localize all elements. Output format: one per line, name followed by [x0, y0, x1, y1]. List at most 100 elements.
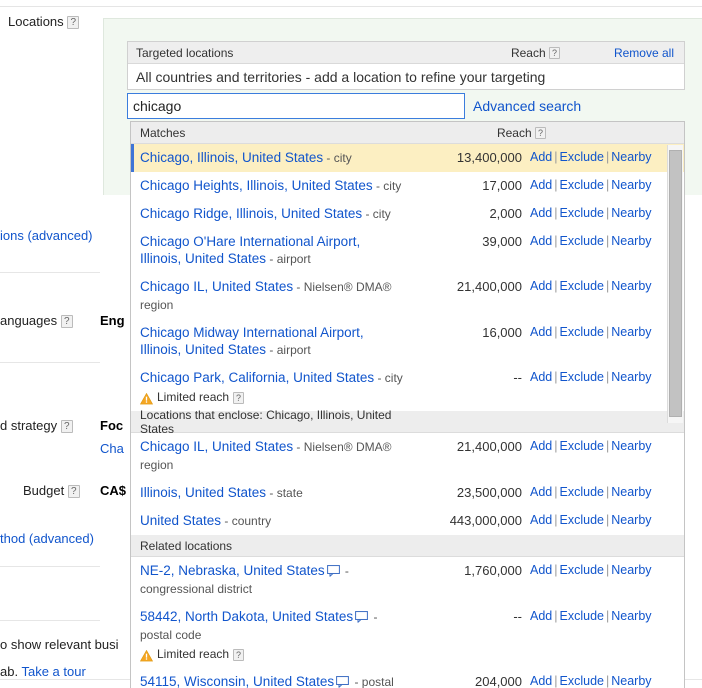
- action-nearby-link[interactable]: Nearby: [611, 234, 651, 248]
- location-reach-value: 21,400,000: [410, 278, 530, 295]
- action-exclude-link[interactable]: Exclude: [560, 609, 604, 623]
- action-nearby-link[interactable]: Nearby: [611, 674, 651, 688]
- reach-help-icon[interactable]: ?: [535, 127, 546, 139]
- section-divider-3: [0, 566, 100, 567]
- action-add-link[interactable]: Add: [530, 234, 552, 248]
- location-name-link[interactable]: Chicago Park, California, United States: [140, 370, 374, 385]
- action-nearby-link[interactable]: Nearby: [611, 370, 651, 384]
- location-name-link[interactable]: Chicago Midway International Airport, Il…: [140, 325, 364, 357]
- action-nearby-link[interactable]: Nearby: [611, 325, 651, 339]
- bg-link-change[interactable]: Cha: [100, 441, 124, 456]
- location-row-actions: Add|Exclude|Nearby: [530, 512, 684, 529]
- action-exclude-link[interactable]: Exclude: [560, 279, 604, 293]
- location-result-row[interactable]: Illinois, United States - state23,500,00…: [131, 479, 684, 507]
- action-add-link[interactable]: Add: [530, 485, 552, 499]
- location-name-cell: Chicago, Illinois, United States - city: [140, 149, 410, 167]
- reach-help-icon[interactable]: ?: [549, 47, 560, 59]
- action-exclude-link[interactable]: Exclude: [560, 150, 604, 164]
- location-name-link[interactable]: NE-2, Nebraska, United States: [140, 563, 325, 578]
- budget-help-icon[interactable]: ?: [68, 485, 80, 498]
- action-add-link[interactable]: Add: [530, 279, 552, 293]
- location-result-row[interactable]: United States - country443,000,000Add|Ex…: [131, 507, 684, 535]
- location-name-cell: 54115, Wisconsin, United States - postal…: [140, 673, 410, 688]
- action-separator: |: [552, 150, 559, 164]
- action-exclude-link[interactable]: Exclude: [560, 563, 604, 577]
- location-type-label: - city: [373, 179, 402, 193]
- take-a-tour-link[interactable]: Take a tour: [21, 664, 85, 679]
- action-separator: |: [552, 674, 559, 688]
- bid-strategy-help-icon[interactable]: ?: [61, 420, 73, 433]
- action-add-link[interactable]: Add: [530, 674, 552, 688]
- action-add-link[interactable]: Add: [530, 609, 552, 623]
- bg-value-bid-strategy: Foc: [100, 418, 123, 433]
- bg-link-delivery-method[interactable]: thod (advanced): [0, 531, 94, 546]
- location-name-link[interactable]: 54115, Wisconsin, United States: [140, 674, 334, 688]
- action-add-link[interactable]: Add: [530, 563, 552, 577]
- limited-reach-help-icon[interactable]: ?: [233, 649, 244, 661]
- location-result-row[interactable]: Chicago Midway International Airport, Il…: [131, 319, 684, 364]
- action-nearby-link[interactable]: Nearby: [611, 439, 651, 453]
- targeted-locations-header: Targeted locations Reach ? Remove all: [128, 42, 684, 64]
- action-exclude-link[interactable]: Exclude: [560, 370, 604, 384]
- action-add-link[interactable]: Add: [530, 439, 552, 453]
- location-result-row[interactable]: Chicago IL, United States - Nielsen® DMA…: [131, 273, 684, 319]
- action-exclude-link[interactable]: Exclude: [560, 485, 604, 499]
- action-exclude-link[interactable]: Exclude: [560, 234, 604, 248]
- results-section-header-related: Related locations: [131, 535, 684, 557]
- location-result-row[interactable]: 58442, North Dakota, United States - pos…: [131, 603, 684, 668]
- location-name-link[interactable]: Chicago, Illinois, United States: [140, 150, 323, 165]
- warning-icon: [140, 393, 153, 405]
- remove-all-link[interactable]: Remove all: [564, 46, 684, 60]
- section-header-label: Related locations: [131, 539, 406, 553]
- action-nearby-link[interactable]: Nearby: [611, 513, 651, 527]
- action-add-link[interactable]: Add: [530, 206, 552, 220]
- location-result-row[interactable]: Chicago Heights, Illinois, United States…: [131, 172, 684, 200]
- location-name-link[interactable]: Chicago Heights, Illinois, United States: [140, 178, 373, 193]
- results-scrollbar-thumb[interactable]: [669, 150, 682, 417]
- location-name-link[interactable]: United States: [140, 513, 221, 528]
- action-exclude-link[interactable]: Exclude: [560, 206, 604, 220]
- languages-help-icon[interactable]: ?: [61, 315, 73, 328]
- action-add-link[interactable]: Add: [530, 178, 552, 192]
- action-exclude-link[interactable]: Exclude: [560, 674, 604, 688]
- action-nearby-link[interactable]: Nearby: [611, 485, 651, 499]
- location-name-link[interactable]: Illinois, United States: [140, 485, 266, 500]
- action-exclude-link[interactable]: Exclude: [560, 325, 604, 339]
- location-name-link[interactable]: 58442, North Dakota, United States: [140, 609, 353, 624]
- location-reach-value: 16,000: [410, 324, 530, 341]
- location-search-input[interactable]: [127, 93, 465, 119]
- limited-reach-help-icon[interactable]: ?: [233, 392, 244, 404]
- location-result-row[interactable]: Chicago O'Hare International Airport, Il…: [131, 228, 684, 273]
- action-exclude-link[interactable]: Exclude: [560, 513, 604, 527]
- action-nearby-link[interactable]: Nearby: [611, 150, 651, 164]
- location-result-row[interactable]: Chicago IL, United States - Nielsen® DMA…: [131, 433, 684, 479]
- location-result-row[interactable]: NE-2, Nebraska, United States - congress…: [131, 557, 684, 603]
- action-nearby-link[interactable]: Nearby: [611, 609, 651, 623]
- action-exclude-link[interactable]: Exclude: [560, 178, 604, 192]
- action-add-link[interactable]: Add: [530, 513, 552, 527]
- location-name-link[interactable]: Chicago IL, United States: [140, 279, 293, 294]
- location-name-link[interactable]: Chicago O'Hare International Airport, Il…: [140, 234, 360, 266]
- limited-reach-notice: Limited reach?: [140, 389, 404, 406]
- action-nearby-link[interactable]: Nearby: [611, 206, 651, 220]
- location-result-row[interactable]: Chicago Park, California, United States …: [131, 364, 684, 411]
- location-reach-value: --: [410, 608, 530, 625]
- action-separator: |: [552, 178, 559, 192]
- targeted-locations-value: All countries and territories - add a lo…: [128, 64, 684, 89]
- location-result-row[interactable]: Chicago Ridge, Illinois, United States -…: [131, 200, 684, 228]
- action-add-link[interactable]: Add: [530, 370, 552, 384]
- bg-link-ad-extensions[interactable]: ions (advanced): [0, 228, 93, 243]
- location-name-cell: Chicago Park, California, United States …: [140, 369, 410, 406]
- action-exclude-link[interactable]: Exclude: [560, 439, 604, 453]
- location-result-row[interactable]: 54115, Wisconsin, United States - postal…: [131, 668, 684, 688]
- action-nearby-link[interactable]: Nearby: [611, 279, 651, 293]
- locations-help-icon[interactable]: ?: [67, 16, 79, 29]
- location-name-link[interactable]: Chicago IL, United States: [140, 439, 293, 454]
- action-nearby-link[interactable]: Nearby: [611, 178, 651, 192]
- action-add-link[interactable]: Add: [530, 325, 552, 339]
- location-result-row[interactable]: Chicago, Illinois, United States - city1…: [131, 144, 684, 172]
- action-add-link[interactable]: Add: [530, 150, 552, 164]
- location-name-link[interactable]: Chicago Ridge, Illinois, United States: [140, 206, 362, 221]
- action-nearby-link[interactable]: Nearby: [611, 563, 651, 577]
- advanced-search-link[interactable]: Advanced search: [473, 98, 581, 114]
